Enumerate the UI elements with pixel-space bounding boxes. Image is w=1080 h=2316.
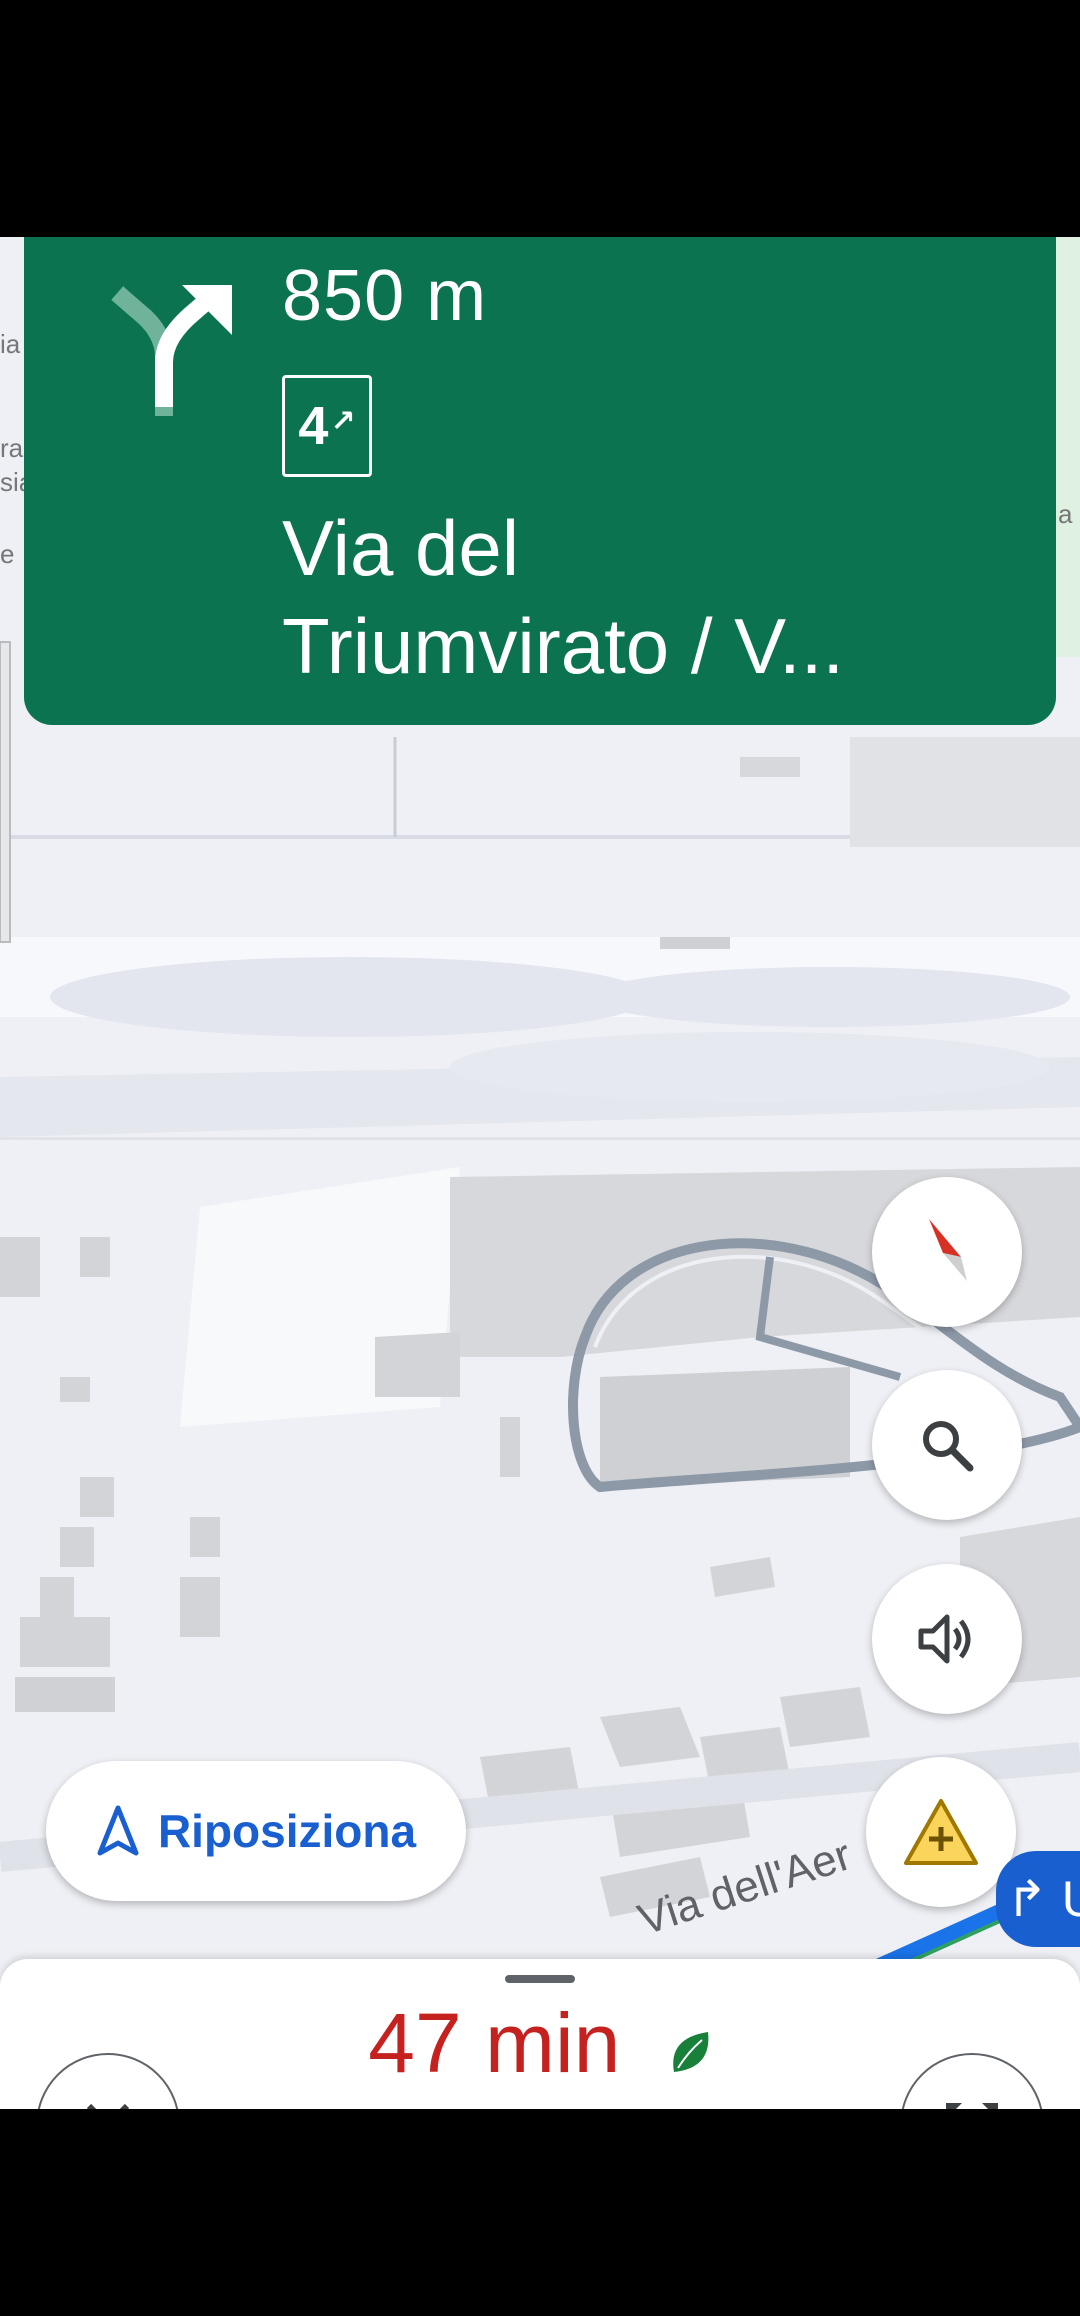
alternate-routes-icon bbox=[946, 2103, 998, 2109]
navigation-instruction-card[interactable]: 850 m 4 ↗ Via del Triumvirato / V... bbox=[24, 237, 1056, 725]
recenter-label: Riposiziona bbox=[157, 1805, 417, 1857]
report-hazard-button[interactable] bbox=[866, 1757, 1016, 1907]
next-turn-badge[interactable]: ↱ U bbox=[996, 1851, 1080, 1947]
sheet-drag-handle[interactable] bbox=[505, 1975, 575, 1983]
distance-to-turn: 850 m bbox=[282, 256, 488, 336]
trip-summary-sheet[interactable]: 47 min bbox=[0, 1959, 1080, 2109]
exit-arrow-icon: ↗ bbox=[330, 404, 356, 438]
next-street-name: Via del Triumvirato / V... bbox=[282, 499, 1042, 695]
search-button[interactable] bbox=[872, 1370, 1022, 1520]
street-line-2: Triumvirato / V... bbox=[282, 602, 845, 690]
compass-button[interactable] bbox=[872, 1177, 1022, 1327]
map-edge-label: ia bbox=[0, 329, 21, 359]
navigation-screen: ia ra sia e a 850 m 4 ↗ Via del Triumvir… bbox=[0, 237, 1080, 2109]
map-edge-label: a bbox=[1058, 499, 1073, 529]
turn-right-icon bbox=[111, 285, 232, 416]
street-line-1: Via del bbox=[282, 504, 520, 592]
exit-number: 4 bbox=[298, 396, 329, 456]
navigation-arrow-icon bbox=[97, 1805, 139, 1856]
eta-time: 47 min bbox=[368, 1996, 621, 2090]
volume-icon bbox=[918, 1614, 971, 1664]
volume-button[interactable] bbox=[872, 1564, 1022, 1714]
map-edge-label: e bbox=[0, 539, 15, 569]
recenter-button[interactable]: Riposiziona bbox=[46, 1761, 466, 1901]
search-icon bbox=[923, 1421, 974, 1472]
report-hazard-icon bbox=[904, 1799, 978, 1865]
map-edge-label: ra bbox=[0, 433, 24, 463]
leaf-icon bbox=[668, 2001, 712, 2098]
close-icon bbox=[86, 2103, 130, 2109]
compass-icon bbox=[929, 1219, 967, 1281]
exit-sign: 4 ↗ bbox=[282, 375, 372, 477]
